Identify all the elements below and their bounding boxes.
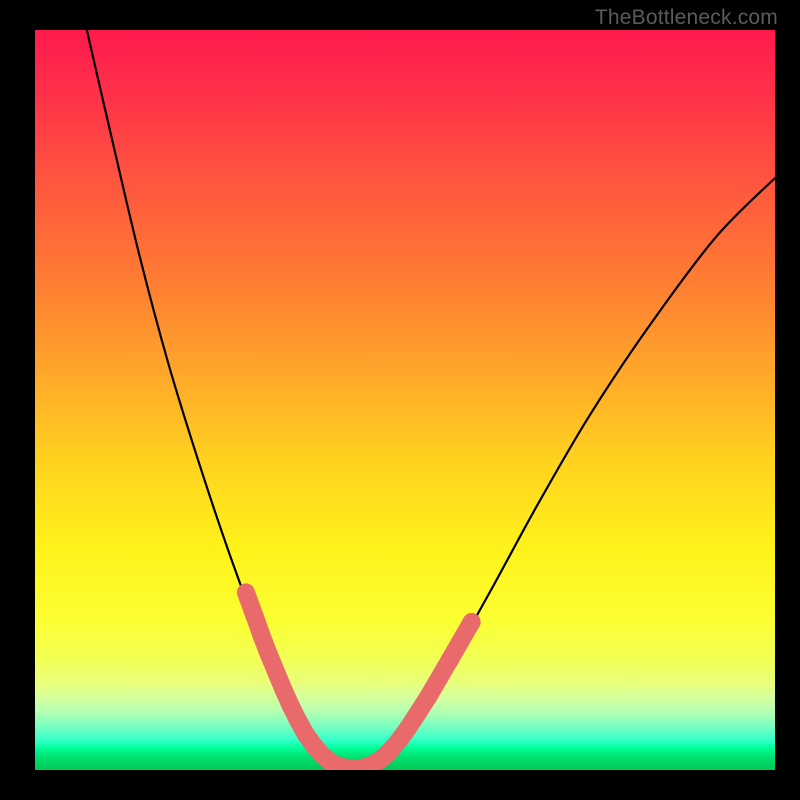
chart-frame: TheBottleneck.com: [0, 0, 800, 800]
scatter-points: [246, 592, 472, 768]
watermark-text: TheBottleneck.com: [595, 6, 778, 30]
curve-layer: [35, 30, 775, 770]
plot-area: [35, 30, 775, 770]
bottleneck-curve: [87, 30, 775, 768]
